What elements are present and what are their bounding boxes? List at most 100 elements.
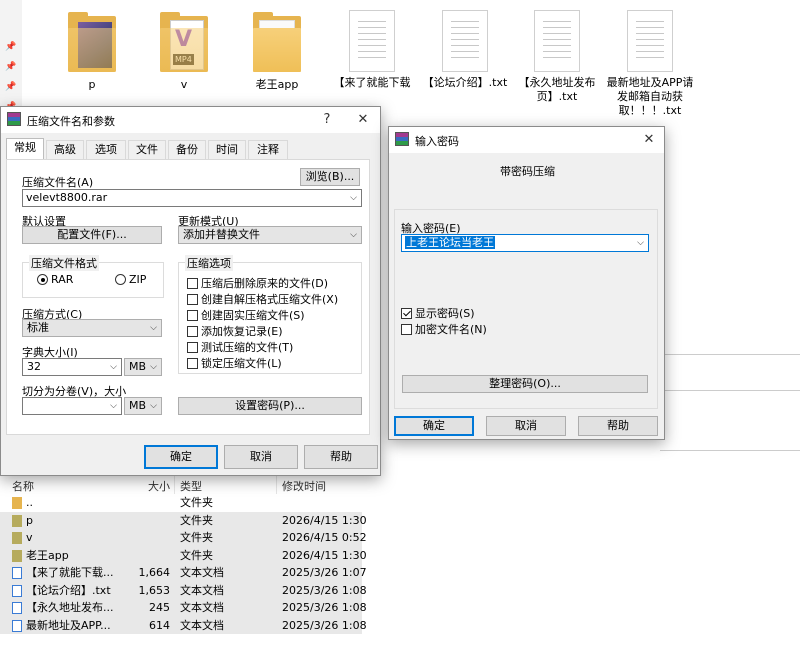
row-name: 老王app <box>26 548 69 562</box>
table-row[interactable]: 【永久地址发布... 245 文本文档 2025/3/26 1:08 <box>0 599 367 617</box>
help-icon[interactable]: ? <box>313 109 341 131</box>
option-test-files[interactable]: 测试压缩的文件(T) <box>187 339 293 355</box>
table-row[interactable]: 【来了就能下载... 1,664 文本文档 2025/3/26 1:07 <box>0 564 367 582</box>
folder-icon: VMP4 <box>156 8 212 74</box>
tile-folder-p[interactable]: p <box>47 8 137 92</box>
pin-icon: 📌 <box>5 62 17 72</box>
cancel-button[interactable]: 取消 <box>224 445 298 469</box>
password-input[interactable]: 上老王论坛当老王 ⌵ <box>401 234 649 252</box>
row-modified: 2026/4/15 0:52 <box>282 531 367 544</box>
row-type: 文件夹 <box>180 531 213 544</box>
row-name: 【论坛介绍】.txt <box>26 583 111 597</box>
update-mode-select[interactable]: 添加并替换文件 ⌵ <box>178 226 362 244</box>
ok-button[interactable]: 确定 <box>144 445 218 469</box>
tile-txt-latest-address[interactable]: 最新地址及APP请发邮箱自动获取！！！.txt <box>605 8 695 118</box>
compression-method-select[interactable]: 标准 ⌵ <box>22 319 162 337</box>
tile-txt-permanent-address[interactable]: 【永久地址发布页】.txt <box>512 8 602 104</box>
option-lock-archive[interactable]: 锁定压缩文件(L) <box>187 355 282 371</box>
format-rar-radio[interactable]: RAR <box>37 273 73 286</box>
encrypt-filenames-label: 加密文件名(N) <box>415 323 487 336</box>
chevron-down-icon[interactable]: ⌵ <box>110 359 117 375</box>
tile-folder-v[interactable]: VMP4 v <box>139 8 229 92</box>
close-icon[interactable]: ✕ <box>635 129 663 151</box>
column-name[interactable]: 名称 <box>12 478 34 494</box>
tab-options[interactable]: 选项 <box>86 140 126 160</box>
tile-txt-download[interactable]: 【来了就能下载 <box>327 8 417 90</box>
show-password-checkbox[interactable]: 显示密码(S) <box>401 305 475 321</box>
checkbox-icon <box>187 358 198 369</box>
row-name: .. <box>26 496 33 509</box>
dialog-titlebar: 输入密码 ✕ <box>389 127 664 153</box>
column-modified[interactable]: 修改时间 <box>282 478 326 494</box>
row-type: 文件夹 <box>180 513 213 527</box>
split-unit-value: MB <box>129 399 147 412</box>
option-recovery-record[interactable]: 添加恢复记录(E) <box>187 323 283 339</box>
compression-options-group: 压缩选项 压缩后删除原来的文件(D) 创建自解压格式压缩文件(X) 创建固实压缩… <box>178 255 362 374</box>
tab-files[interactable]: 文件 <box>128 140 166 160</box>
chevron-down-icon[interactable]: ⌵ <box>350 227 357 243</box>
option-label: 创建固实压缩文件(S) <box>201 309 305 322</box>
profile-button[interactable]: 配置文件(F)... <box>22 226 162 244</box>
option-delete-after[interactable]: 压缩后删除原来的文件(D) <box>187 275 328 291</box>
radio-empty-icon <box>115 274 126 285</box>
encrypt-filenames-checkbox[interactable]: 加密文件名(N) <box>401 321 487 337</box>
help-button[interactable]: 帮助 <box>304 445 378 469</box>
tile-folder-laowang-app[interactable]: 老王app <box>232 8 322 92</box>
format-zip-radio[interactable]: ZIP <box>115 273 146 286</box>
chevron-down-icon[interactable]: ⌵ <box>150 398 157 414</box>
table-row[interactable]: v 文件夹 2026/4/15 0:52 <box>0 529 367 547</box>
organize-passwords-button[interactable]: 整理密码(O)... <box>402 375 648 393</box>
row-type: 文本文档 <box>180 583 224 597</box>
tab-time[interactable]: 时间 <box>208 140 246 160</box>
tab-comment[interactable]: 注释 <box>248 140 288 160</box>
option-sfx[interactable]: 创建自解压格式压缩文件(X) <box>187 291 338 307</box>
chevron-down-icon[interactable]: ⌵ <box>150 359 157 375</box>
tile-label: 最新地址及APP请发邮箱自动获取！！！.txt <box>606 76 694 117</box>
tab-backup[interactable]: 备份 <box>168 140 206 160</box>
format-rar-label: RAR <box>51 273 74 286</box>
password-cancel-button[interactable]: 取消 <box>486 416 566 436</box>
dictionary-unit-select[interactable]: MB ⌵ <box>124 358 162 376</box>
text-file-icon <box>12 584 22 597</box>
row-modified: 2025/3/26 1:08 <box>282 583 367 597</box>
show-password-label: 显示密码(S) <box>415 307 475 320</box>
update-mode-value: 添加并替换文件 <box>183 228 260 241</box>
chevron-down-icon[interactable]: ⌵ <box>150 320 157 336</box>
browse-button[interactable]: 浏览(B)... <box>300 168 360 186</box>
table-row[interactable]: 最新地址及APP... 614 文本文档 2025/3/26 1:08 <box>0 616 367 634</box>
table-row[interactable]: 老王app 文件夹 2026/4/15 1:30 <box>0 546 367 564</box>
checkbox-icon <box>187 278 198 289</box>
archive-name-label: 压缩文件名(A) <box>22 176 94 189</box>
split-unit-select[interactable]: MB ⌵ <box>124 397 162 415</box>
close-icon[interactable]: ✕ <box>349 109 377 131</box>
option-label: 创建自解压格式压缩文件(X) <box>201 293 339 306</box>
row-type: 文本文档 <box>180 618 224 632</box>
dialog-title: 压缩文件名和参数 <box>27 115 115 128</box>
chevron-down-icon[interactable]: ⌵ <box>350 190 357 206</box>
column-type[interactable]: 类型 <box>180 478 202 494</box>
tile-txt-forum-intro[interactable]: 【论坛介绍】.txt <box>420 8 510 90</box>
text-file-icon <box>12 602 22 614</box>
dictionary-size-select[interactable]: 32 ⌵ <box>22 358 122 376</box>
option-solid[interactable]: 创建固实压缩文件(S) <box>187 307 305 323</box>
text-file-icon <box>534 10 580 72</box>
password-ok-button[interactable]: 确定 <box>394 416 474 436</box>
split-volume-select[interactable]: ⌵ <box>22 397 122 415</box>
chevron-down-icon[interactable]: ⌵ <box>110 398 117 414</box>
tab-advanced[interactable]: 高级 <box>46 140 84 160</box>
column-size[interactable]: 大小 <box>148 478 170 494</box>
archive-name-input[interactable]: velevt8800.rar ⌵ <box>22 189 362 207</box>
table-row[interactable]: .. 文件夹 <box>0 494 362 512</box>
chevron-down-icon[interactable]: ⌵ <box>637 235 644 251</box>
pin-icon: 📌 <box>5 82 17 92</box>
password-help-button[interactable]: 帮助 <box>578 416 658 436</box>
text-file-icon <box>349 10 395 72</box>
table-row[interactable]: p 文件夹 2026/4/15 1:30 <box>0 511 367 529</box>
tile-label: p <box>88 78 96 91</box>
checkbox-icon <box>187 326 198 337</box>
file-list-header: 名称 大小 类型 修改时间 <box>0 474 360 496</box>
tile-label: 【永久地址发布页】.txt <box>518 76 596 103</box>
table-row[interactable]: 【论坛介绍】.txt 1,653 文本文档 2025/3/26 1:08 <box>0 581 367 599</box>
tab-general[interactable]: 常规 <box>6 138 44 160</box>
set-password-button[interactable]: 设置密码(P)... <box>178 397 362 415</box>
